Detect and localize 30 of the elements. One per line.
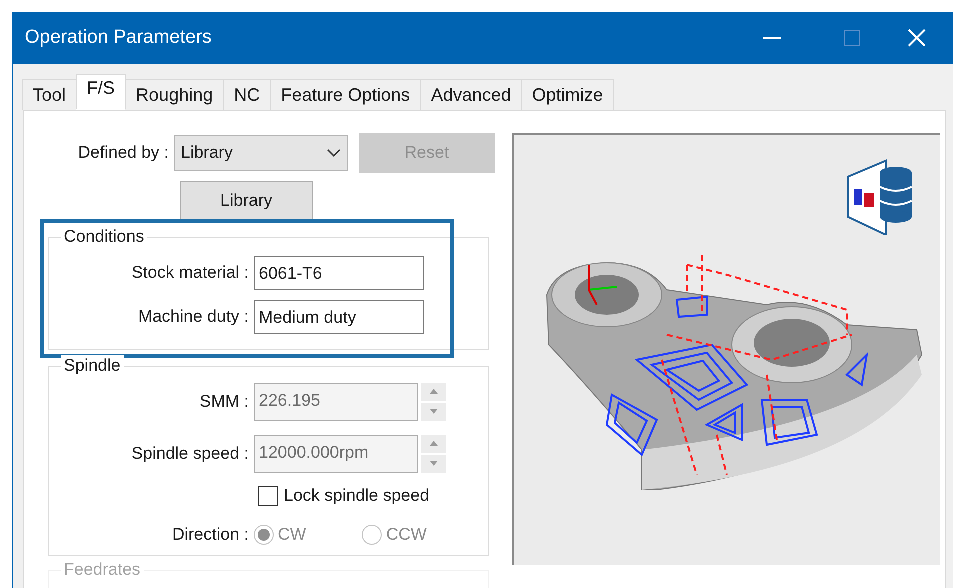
field-label: Defined by :: [77, 142, 170, 164]
database-icon: [846, 159, 914, 235]
window-title: Operation Parameters: [25, 26, 213, 50]
field-label: Spindle speed :: [130, 443, 250, 466]
group-title: Spindle: [61, 354, 124, 377]
text-field[interactable]: 6061-T6: [254, 256, 424, 290]
spin-buttons[interactable]: [421, 382, 446, 421]
down-arrow-icon: [430, 409, 438, 414]
library-button[interactable]: Library: [180, 181, 313, 220]
up-arrow-icon: [430, 389, 438, 394]
field-label: Stock material :: [130, 262, 250, 284]
dropdown[interactable]: Library: [174, 135, 348, 171]
field-label: Direction :: [171, 524, 250, 546]
maximize-icon: [844, 30, 860, 46]
spin-buttons[interactable]: [421, 434, 446, 473]
checkbox[interactable]: [258, 486, 278, 506]
checkbox-label: Lock spindle speed: [284, 484, 430, 507]
field-label: SMM :: [198, 391, 250, 414]
tab[interactable]: Optimize: [521, 79, 614, 110]
field-label: Machine duty :: [137, 306, 250, 328]
close-icon: [908, 29, 926, 47]
minimize-icon: [763, 37, 781, 39]
down-arrow-icon: [430, 461, 438, 466]
tab[interactable]: F/S: [76, 74, 126, 110]
text-field[interactable]: Medium duty: [254, 300, 424, 334]
up-arrow-icon: [430, 441, 438, 446]
tab[interactable]: Tool: [22, 79, 78, 110]
radio-label: CW: [278, 524, 306, 546]
radio-label: CCW: [386, 524, 427, 546]
chevron-down-icon: [327, 149, 341, 157]
